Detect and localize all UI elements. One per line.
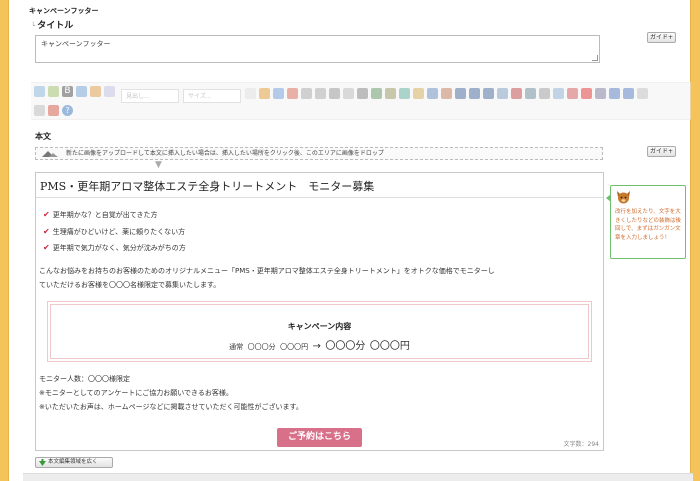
campaign-box: キャンペーン内容 通常 〇〇〇分 〇〇〇円 → 〇〇〇分 〇〇〇円	[47, 301, 592, 362]
map-pin-icon[interactable]	[567, 88, 578, 99]
help-icon[interactable]: ?	[62, 105, 73, 116]
redo-icon[interactable]	[623, 88, 634, 99]
title-label-text: タイトル	[37, 21, 74, 31]
table-icon[interactable]	[427, 88, 438, 99]
image-upload-icon[interactable]	[34, 86, 45, 97]
bullet-list-icon[interactable]	[301, 88, 312, 99]
intro-paragraph: こんなお悩みをお持ちのお客様のためのオリジナルメニュー「PMS・更年期アロマ整体…	[39, 267, 495, 289]
align-left-icon[interactable]	[455, 88, 466, 99]
article-title: PMS・更年期アロマ整体エステ全身トリートメント モニター募集	[40, 180, 375, 193]
undo-icon[interactable]	[609, 88, 620, 99]
clear-format-icon[interactable]	[48, 105, 59, 116]
bottom-bar	[23, 473, 693, 481]
font-size-select[interactable]: サイズ...	[183, 89, 241, 103]
hint-pointer	[606, 194, 611, 202]
anchor-icon[interactable]	[399, 88, 410, 99]
check-icon: ✔	[43, 210, 50, 219]
check-item: ✔ 更年期かな？と自覚が出てきた方	[43, 210, 158, 219]
image-icon[interactable]	[413, 88, 424, 99]
columns-icon[interactable]	[553, 88, 564, 99]
expand-editor-button[interactable]: 本文編集領域を広く	[35, 457, 113, 468]
editor-panel: キャンペーンフッター └ タイトル キャンペーンフッター ガイド+ B 見出し..…	[8, 0, 693, 481]
dropzone-text: 新たに画像をアップロードして本文に挿入したい場合は、挿入したい場所をクリック後、…	[66, 150, 384, 157]
campaign-price: 通常 〇〇〇分 〇〇〇円 → 〇〇〇分 〇〇〇円	[229, 341, 410, 352]
cut-icon[interactable]	[287, 88, 298, 99]
quote-icon[interactable]	[343, 88, 354, 99]
source-icon[interactable]	[595, 88, 606, 99]
title-input[interactable]: キャンペーンフッター	[35, 35, 600, 63]
youtube-icon[interactable]	[581, 88, 592, 99]
drop-arrow-icon: ▼	[155, 160, 162, 170]
char-count: 文字数：294	[563, 441, 599, 448]
bold-icon[interactable]: B	[62, 86, 73, 97]
paste-icon[interactable]	[259, 88, 270, 99]
title-guide-button[interactable]: ガイド+	[647, 32, 676, 43]
template-icon[interactable]	[525, 88, 536, 99]
hint-text: 改行を加えたり、文字を大きくしたりなどの装飾は後回しで、まずはガンガン文章を入力…	[615, 209, 682, 241]
title-label: └ タイトル	[31, 18, 73, 31]
unlink-icon[interactable]	[385, 88, 396, 99]
gallery-icon[interactable]	[48, 86, 59, 97]
copy-icon[interactable]	[273, 88, 284, 99]
notes-paragraph: モニター人数：〇〇〇様限定 ※モニターとしてのアンケートにご協力お願いできるお客…	[39, 375, 303, 411]
title-input-value: キャンペーンフッター	[41, 40, 111, 48]
text-color-icon[interactable]	[90, 86, 101, 97]
align-right-icon[interactable]	[483, 88, 494, 99]
numbered-list-icon[interactable]	[315, 88, 326, 99]
image-dropzone[interactable]: 新たに画像をアップロードして本文に挿入したい場合は、挿入したい場所をクリック後、…	[35, 147, 603, 160]
outdent-icon[interactable]	[357, 88, 368, 99]
body-label: 本文	[35, 132, 51, 141]
spellcheck-icon[interactable]	[104, 86, 115, 97]
expand-icon[interactable]	[245, 88, 256, 99]
arrow-down-icon	[39, 459, 46, 466]
body-guide-button[interactable]: ガイド+	[647, 146, 676, 157]
body-editor[interactable]: PMS・更年期アロマ整体エステ全身トリートメント モニター募集 ✔ 更年期かな？と…	[35, 172, 604, 451]
upload-cloud-icon	[42, 151, 58, 157]
corner-arrow-icon: └	[31, 22, 36, 30]
check-icon: ✔	[43, 243, 50, 252]
check-item: ✔ 更年期で気力がなく、気分が沈みがちの方	[43, 243, 186, 252]
mascot-icon	[617, 191, 630, 204]
horizontal-rule-icon[interactable]	[511, 88, 522, 99]
check-item: ✔ 生理痛がひどいけど、薬に頼りたくない方	[43, 227, 186, 236]
heading-select[interactable]: 見出し...	[121, 89, 179, 103]
eraser-icon[interactable]	[76, 86, 87, 97]
resize-grip-icon[interactable]	[592, 55, 598, 61]
title-divider	[36, 197, 603, 198]
preview-icon[interactable]	[34, 105, 45, 116]
box-icon[interactable]	[441, 88, 452, 99]
layout-icon[interactable]	[497, 88, 508, 99]
indent-icon[interactable]	[329, 88, 340, 99]
hint-tooltip: 改行を加えたり、文字を大きくしたりなどの装飾は後回しで、まずはガンガン文章を入力…	[606, 185, 686, 259]
fullscreen-icon[interactable]	[637, 88, 648, 99]
align-center-icon[interactable]	[469, 88, 480, 99]
link-icon[interactable]	[371, 88, 382, 99]
block-icon[interactable]	[539, 88, 550, 99]
check-icon: ✔	[43, 227, 50, 236]
reserve-button[interactable]: ご予約はこちら	[277, 428, 362, 447]
formatting-toolbar: B 見出し... サイズ... ?	[31, 82, 691, 120]
campaign-title: キャンペーン内容	[287, 322, 352, 331]
section-title: キャンペーンフッター	[29, 7, 99, 15]
